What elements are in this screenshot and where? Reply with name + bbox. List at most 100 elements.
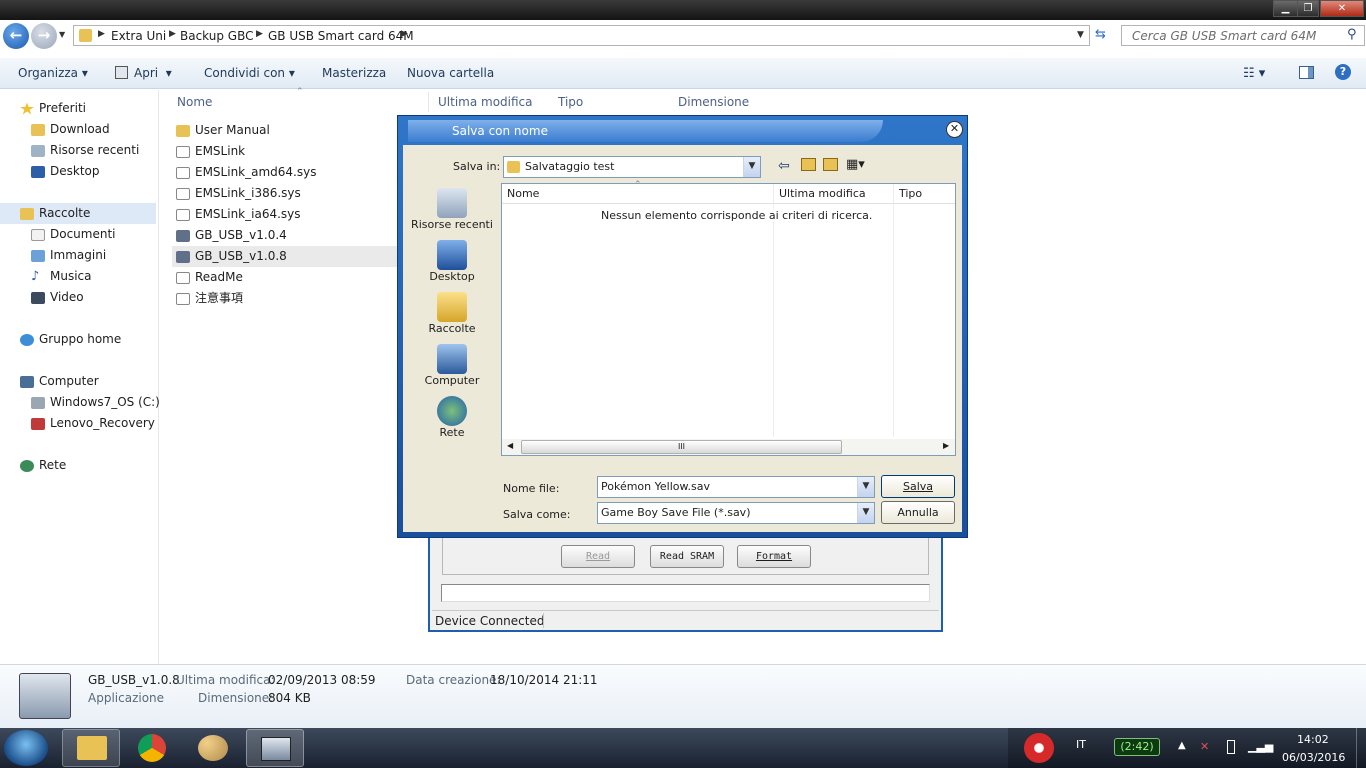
read-sram-button[interactable]: Read SRAM — [650, 545, 724, 568]
view-menu-icon[interactable]: ▦▾ — [846, 157, 865, 172]
new-folder-icon[interactable] — [823, 158, 838, 171]
search-input[interactable]: Cerca GB USB Smart card 64M ⚲ — [1121, 25, 1365, 46]
show-hidden-icons[interactable]: ▲ — [1178, 740, 1186, 751]
file-row[interactable]: ReadMe — [176, 267, 243, 288]
taskbar-chrome[interactable] — [124, 729, 182, 767]
column-nome[interactable]: Nome — [507, 187, 539, 200]
place-computer[interactable]: Computer — [408, 344, 496, 387]
history-dropdown-icon[interactable]: ▼ — [59, 30, 65, 39]
nav-preferiti[interactable]: Preferiti — [20, 98, 86, 119]
chevron-down-icon[interactable]: ▼ — [857, 503, 874, 523]
taskbar-gb-usb[interactable] — [246, 729, 304, 767]
nav-windows7-drive[interactable]: Windows7_OS (C:) — [31, 392, 160, 413]
nav-computer[interactable]: Computer — [20, 371, 99, 392]
view-options-icon[interactable]: ☷ ▾ — [1243, 66, 1265, 81]
clock-date[interactable]: 06/03/2016 — [1282, 751, 1345, 764]
up-folder-icon[interactable] — [801, 158, 816, 171]
salva-come-select[interactable]: Game Boy Save File (*.sav) ▼ — [597, 502, 875, 524]
nav-desktop[interactable]: Desktop — [31, 161, 100, 182]
network-signal-icon[interactable]: ▁▃▅ — [1248, 740, 1273, 753]
apri-button[interactable]: Apri ▾ — [134, 66, 172, 80]
folder-icon — [176, 124, 190, 137]
clock-time[interactable]: 14:02 — [1297, 733, 1329, 746]
organizza-button[interactable]: Organizza ▾ — [18, 66, 88, 80]
breadcrumb-extra-uni[interactable]: Extra Uni — [111, 29, 166, 43]
taskbar-explorer[interactable] — [62, 729, 120, 767]
file-row[interactable]: EMSLink — [176, 141, 245, 162]
place-raccolte[interactable]: Raccolte — [408, 292, 496, 335]
taskbar-paint[interactable] — [184, 729, 242, 767]
scroll-right-icon[interactable]: ▶ — [943, 441, 949, 450]
nav-documenti[interactable]: Documenti — [31, 224, 116, 245]
maximize-button[interactable]: ❐ — [1297, 0, 1319, 17]
dialog-file-list[interactable]: Nome ⌃ Ultima modifica Tipo Nessun eleme… — [501, 180, 956, 456]
nuova-cartella-button[interactable]: Nuova cartella — [407, 66, 494, 80]
file-row[interactable]: EMSLink_i386.sys — [176, 183, 301, 204]
file-row[interactable]: 注意事項 — [176, 288, 243, 309]
salva-in-select[interactable]: Salvataggio test ▼ — [503, 156, 761, 178]
scroll-left-icon[interactable]: ◀ — [507, 441, 513, 450]
file-row[interactable]: GB_USB_v1.0.4 — [176, 225, 287, 246]
nav-raccolte[interactable]: Raccolte — [0, 203, 156, 224]
file-row[interactable]: EMSLink_amd64.sys — [176, 162, 316, 183]
place-desktop[interactable]: Desktop — [408, 240, 496, 283]
column-dimensione[interactable]: Dimensione — [678, 95, 749, 109]
back-icon[interactable]: ← — [3, 23, 29, 49]
breadcrumb-backup-gbc[interactable]: Backup GBC — [180, 29, 254, 43]
search-icon[interactable]: ⚲ — [1347, 27, 1357, 42]
progress-bar — [441, 584, 930, 602]
language-indicator[interactable]: IT — [1076, 738, 1086, 751]
horizontal-scrollbar[interactable]: ◀ III ▶ — [502, 439, 955, 455]
chevron-down-icon[interactable]: ▼ — [743, 157, 760, 177]
masterizza-button[interactable]: Masterizza — [322, 66, 386, 80]
read-button[interactable]: Read — [561, 545, 635, 568]
nav-immagini[interactable]: Immagini — [31, 245, 106, 266]
chevron-down-icon[interactable]: ▼ — [857, 477, 874, 497]
file-row[interactable]: EMSLink_ia64.sys — [176, 204, 301, 225]
search-placeholder: Cerca GB USB Smart card 64M — [1132, 29, 1317, 43]
back-arrow-icon[interactable]: ⇦ — [778, 158, 790, 174]
column-tipo[interactable]: Tipo — [558, 95, 583, 109]
column-ultima-modifica[interactable]: Ultima modifica — [779, 187, 866, 200]
annulla-button[interactable]: Annulla — [881, 501, 955, 524]
file-row-selected[interactable]: GB_USB_v1.0.8 — [172, 246, 398, 267]
nav-download[interactable]: Download — [31, 119, 110, 140]
nav-lenovo-recovery[interactable]: Lenovo_Recovery (Q — [31, 413, 159, 434]
nav-gruppo-home[interactable]: Gruppo home — [20, 329, 121, 350]
column-tipo[interactable]: Tipo — [899, 187, 922, 200]
detail-name: GB_USB_v1.0.8 — [88, 673, 180, 687]
close-button[interactable]: ✕ — [1320, 0, 1364, 17]
nome-file-input[interactable]: Pokémon Yellow.sav ▼ — [597, 476, 875, 498]
format-button[interactable]: Format — [737, 545, 811, 568]
nav-video[interactable]: Video — [31, 287, 84, 308]
minimize-button[interactable]: ▁ — [1273, 0, 1298, 17]
show-desktop-button[interactable] — [1356, 728, 1366, 768]
action-center-icon[interactable]: ✕ — [1200, 740, 1209, 753]
condividi-button[interactable]: Condividi con ▾ — [204, 66, 295, 80]
place-risorse-recenti[interactable]: Risorse recenti — [408, 188, 496, 231]
start-button[interactable] — [4, 730, 48, 766]
salva-button[interactable]: Salva — [881, 475, 955, 498]
nav-musica[interactable]: ♪ Musica — [31, 266, 92, 287]
refresh-icon[interactable]: ⇆ — [1095, 27, 1106, 42]
preview-pane-icon[interactable] — [1299, 66, 1314, 79]
place-rete[interactable]: Rete — [408, 396, 496, 439]
scroll-thumb[interactable]: III — [521, 440, 842, 454]
address-dropdown-icon[interactable]: ▼ — [1077, 30, 1084, 40]
nav-rete[interactable]: Rete — [20, 455, 66, 476]
antivirus-tray-icon[interactable] — [1024, 733, 1054, 763]
dialog-titlebar[interactable]: Salva con nome — [408, 120, 883, 142]
column-ultima-modifica[interactable]: Ultima modifica — [438, 95, 533, 109]
dialog-close-icon[interactable]: ✕ — [946, 121, 963, 138]
column-nome[interactable]: Nome — [177, 95, 212, 109]
nav-risorse-recenti[interactable]: Risorse recenti — [31, 140, 139, 161]
forward-icon[interactable]: → — [31, 23, 57, 49]
file-name: User Manual — [195, 123, 270, 137]
battery-icon[interactable] — [1227, 740, 1235, 754]
battery-timer[interactable]: (2:42) — [1114, 738, 1160, 756]
breadcrumb-gb-usb[interactable]: GB USB Smart card 64M — [268, 29, 414, 43]
address-bar[interactable]: ▶ Extra Uni ▶ Backup GBC ▶ GB USB Smart … — [73, 25, 1090, 46]
help-icon[interactable]: ? — [1335, 64, 1351, 80]
place-label: Risorse recenti — [411, 218, 493, 231]
file-row[interactable]: User Manual — [176, 120, 270, 141]
